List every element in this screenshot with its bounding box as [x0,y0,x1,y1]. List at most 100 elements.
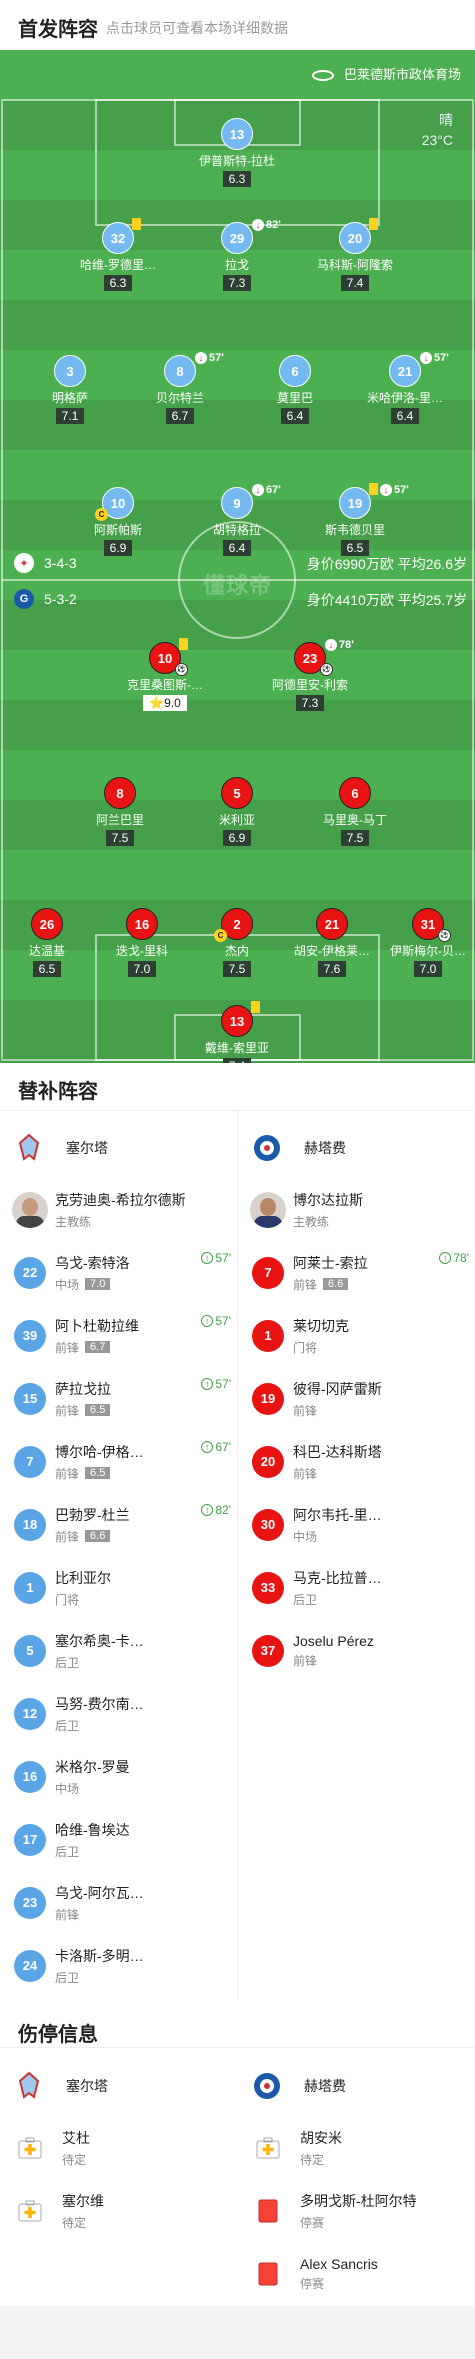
player-away[interactable]: 10 ⚽ 克里桑图斯-… ⭐9.0 [119,638,211,712]
player-number: 8 [104,777,136,809]
player-home[interactable]: 3 明格萨 7.1 [24,355,116,425]
player-away[interactable]: 8 阿兰巴里 7.5 [74,777,166,847]
player-number: 1 [252,1319,284,1352]
player-name: 哈维-鲁埃达 [55,1821,130,1838]
sub-player-row[interactable]: 33 马克-比拉普… 后卫 [238,1556,475,1619]
player-away[interactable]: 5 米利亚 6.9 [191,777,283,847]
player-home[interactable]: 19 ↓ 57' 斯韦德贝里 6.5 [309,483,409,557]
player-home[interactable]: 9 ↓ 67' 胡特格拉 6.4 [191,484,283,557]
player-away[interactable]: 26 达温基 6.5 [1,908,93,978]
player-name: 米格尔-罗曼 [55,1758,130,1775]
player-number: 19 ↓ 57' [339,483,409,519]
player-rating: 7.5 [340,830,370,846]
away-value: 身价4410万欧 平均25.7岁 [306,592,467,608]
injury-row[interactable]: 塞尔维 待定 [0,2179,237,2242]
player-home[interactable]: 10 C 阿斯帕斯 6.9 [72,487,164,557]
injury-row[interactable]: 胡安米 待定 [238,2116,475,2179]
player-number: 3 [54,355,86,387]
player-name: Joselu Pérez [293,1632,374,1649]
injury-home-team: 塞尔塔 [0,2058,237,2114]
sub-in-icon: ↑ [439,1252,452,1264]
player-position: 中场 [293,1529,318,1544]
injury-row[interactable]: 艾杜 待定 [0,2116,237,2179]
sub-player-row[interactable]: 39 阿卜杜勒拉维 前锋 6.7 ↑ 57' [0,1304,237,1367]
sub-in-minute: ↑ 82' [201,1503,231,1517]
sub-out-indicator: ↓ 57' [420,352,449,364]
player-home[interactable]: 8 ↓ 57' 贝尔特兰 6.7 [134,352,226,425]
player-name: 克里桑图斯-… [127,678,203,692]
player-away[interactable]: 16 迭戈-里科 7.0 [96,908,188,978]
player-away[interactable]: 6 马里奥-马丁 7.5 [309,777,401,847]
player-number: 24 [14,1949,46,1982]
sub-player-row[interactable]: 18 巴勃罗-杜兰 前锋 6.6 ↑ 82' [0,1493,237,1556]
player-rating: 6.7 [165,408,195,424]
player-away[interactable]: 2 C 杰内 7.5 [191,908,283,978]
sub-out-indicator: ↓ 57' [195,352,224,364]
away-coach[interactable]: 博尔达拉斯 主教练 [238,1178,475,1241]
sub-in-icon: ↑ [201,1315,214,1327]
player-home[interactable]: 21 ↓ 57' 米哈伊洛-里… 6.4 [359,352,451,425]
player-info: 乌戈-阿尔瓦… 前锋 [55,1883,237,1923]
sub-player-row[interactable]: 23 乌戈-阿尔瓦… 前锋 [0,1871,237,1934]
player-info: 马克-比拉普… 后卫 [293,1568,475,1608]
player-number: 16 [126,908,158,940]
sub-player-row[interactable]: 1 莱切切克 门将 [238,1304,475,1367]
player-info: 艾杜 待定 [62,2128,237,2168]
player-home[interactable]: 13 伊普斯特-拉杜 6.3 [191,118,283,188]
sub-player-row[interactable]: 19 彼得-冈萨雷斯 前锋 [238,1367,475,1430]
sub-out-icon: ↓ [195,352,207,364]
sub-player-row[interactable]: 1 比利亚尔 门将 [0,1556,237,1619]
sub-player-row[interactable]: 15 萨拉戈拉 前锋 6.5 ↑ 57' [0,1367,237,1430]
player-position: 前锋 6.7 [55,1339,237,1356]
sub-player-row[interactable]: 37 Joselu Pérez 前锋 [238,1619,475,1682]
venue: 巴莱德斯市政体育场 [311,64,461,83]
sub-player-row[interactable]: 7 博尔哈-伊格… 前锋 6.5 ↑ 67' [0,1430,237,1493]
player-position: 前锋 [55,1907,80,1922]
injury-row[interactable]: Alex Sancris 停赛 [238,2242,475,2305]
injury-status: 停赛 [300,2276,325,2291]
sub-out-indicator: ↓ 67' [252,484,281,496]
player-number: 9 ↓ 67' [221,484,281,519]
sub-player-row[interactable]: 20 科巴-达科斯塔 前锋 [238,1430,475,1493]
player-rating: 6.3 [222,171,252,187]
player-number: 13 [221,1001,260,1037]
player-position: 前锋 6.6 [55,1528,237,1545]
injury-kit-icon [18,2136,42,2160]
player-away[interactable]: 13戴维-索里亚7.4 [191,1001,283,1063]
player-away[interactable]: 31 ⚽ 伊斯梅尔-贝… 7.0 [382,908,474,978]
sub-player-row[interactable]: 16 米格尔-罗曼 中场 [0,1745,237,1808]
sub-player-row[interactable]: 30 阿尔韦托-里… 中场 [238,1493,475,1556]
player-name: 达温基 [28,944,65,958]
player-position: 后卫 [55,1970,80,1985]
sub-player-row[interactable]: 7 阿莱士-索拉 前锋 6.6 ↑ 78' [238,1241,475,1304]
home-coach[interactable]: 克劳迪奥-希拉尔德斯 主教练 [0,1178,237,1241]
player-name: 莱切切克 [293,1317,349,1334]
sub-player-row[interactable]: 5 塞尔希奥-卡… 后卫 [0,1619,237,1682]
yellow-card-icon [369,218,378,230]
player-number: 21 ↓ 57' [389,352,449,387]
player-name: 阿德里安-利索 [272,678,348,692]
player-name: 伊普斯特-拉杜 [199,154,275,168]
sub-player-row[interactable]: 24 卡洛斯-多明… 后卫 [0,1934,237,1997]
player-name: 米哈伊洛-里… [367,391,443,405]
player-home[interactable]: 6 莫里巴 6.4 [249,355,341,425]
player-away[interactable]: 21 胡安-伊格莱… 7.6 [286,908,378,978]
away-formation: G 5-3-2 [14,589,77,609]
sub-player-row[interactable]: 22 乌戈-索特洛 中场 7.0 ↑ 57' [0,1241,237,1304]
injury-row[interactable]: 多明戈斯-杜阿尔特 停赛 [238,2179,475,2242]
player-home[interactable]: 29 ↓ 82' 拉戈 7.3 [191,219,283,292]
sub-out-icon: ↓ [325,639,337,651]
injury-status: 停赛 [300,2215,325,2230]
player-home[interactable]: 20 马科斯-阿隆索 7.4 [309,218,401,292]
player-rating: 6.5 [32,961,62,977]
player-name: Alex Sancris [300,2255,378,2272]
player-number: 7 [252,1256,284,1289]
player-home[interactable]: 32 哈维-罗德里… 6.3 [72,218,164,292]
player-away[interactable]: 23 ⚽ ↓ 78' 阿德里安-利索 7.3 [264,639,356,712]
player-rating: 6.6 [323,1278,349,1290]
sub-player-row[interactable]: 12 马努-费尔南… 后卫 [0,1682,237,1745]
sub-in-minute: ↑ 78' [439,1251,469,1265]
subs-home-team: 塞尔塔 [0,1120,237,1176]
sub-player-row[interactable]: 17 哈维-鲁埃达 后卫 [0,1808,237,1871]
player-name: 阿尔韦托-里… [293,1506,382,1523]
